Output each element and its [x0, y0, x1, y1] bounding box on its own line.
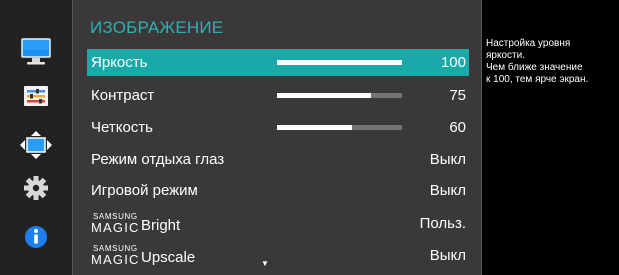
menu-item-contrast[interactable]: Контраст 75 — [87, 82, 469, 109]
menu-item-value: 75 — [449, 87, 466, 104]
menu-item-label: Контраст — [91, 87, 155, 104]
menu-item-magic-upscale[interactable]: SAMSUNG MAGIC Upscale Выкл — [87, 242, 469, 269]
slider-fill — [277, 125, 352, 130]
menu-item-label: SAMSUNG MAGIC Upscale — [91, 244, 196, 267]
help-line: яркости. — [486, 50, 525, 61]
osd-sidebar — [0, 0, 72, 275]
menu-item-label: Четкость — [91, 119, 153, 136]
slider-fill — [277, 60, 402, 65]
menu-item-label-text: Bright — [141, 217, 181, 234]
menu-item-label-text: Upscale — [141, 249, 196, 266]
brightness-slider[interactable] — [277, 60, 402, 65]
menu-item-value: Польз. — [419, 215, 466, 232]
picture-menu-panel: ИЗОБРАЖЕНИЕ Яркость 100 Контраст 75 Четк… — [72, 0, 482, 275]
menu-item-label: SAMSUNG MAGIC Bright — [91, 212, 181, 235]
menu-item-value: Выкл — [429, 247, 466, 264]
menu-item-value: Выкл — [429, 151, 466, 168]
menu-item-game-mode[interactable]: Игровой режим Выкл — [87, 177, 469, 204]
scroll-down-icon[interactable]: ▼ — [261, 260, 269, 268]
menu-item-eye-saver-mode[interactable]: Режим отдыха глаз Выкл — [87, 146, 469, 173]
info-icon[interactable] — [16, 221, 56, 253]
menu-item-value: Выкл — [429, 182, 466, 199]
slider-fill — [277, 93, 371, 98]
samsung-magic-logo: SAMSUNG MAGIC — [91, 212, 141, 235]
logo-magic-text: MAGIC — [91, 220, 140, 235]
menu-item-label: Яркость — [91, 54, 148, 71]
osd-screen: ИЗОБРАЖЕНИЕ Яркость 100 Контраст 75 Четк… — [0, 0, 619, 275]
menu-item-label: Режим отдыха глаз — [91, 151, 225, 168]
menu-item-sharpness[interactable]: Четкость 60 — [87, 114, 469, 141]
help-line: к 100, тем ярче экран. — [486, 74, 589, 85]
monitor-icon[interactable] — [16, 37, 56, 69]
samsung-magic-logo: SAMSUNG MAGIC — [91, 244, 141, 267]
screen-size-icon[interactable] — [16, 129, 56, 161]
menu-item-label: Игровой режим — [91, 182, 198, 199]
color-settings-icon[interactable] — [16, 80, 56, 112]
menu-item-magic-bright[interactable]: SAMSUNG MAGIC Bright Польз. — [87, 210, 469, 237]
menu-title: ИЗОБРАЖЕНИЕ — [90, 18, 224, 37]
gear-icon[interactable] — [16, 172, 56, 204]
help-line: Настройка уровня — [486, 38, 571, 49]
help-text: Настройка уровня яркости. Чем ближе знач… — [486, 38, 619, 128]
sharpness-slider[interactable] — [277, 125, 402, 130]
contrast-slider[interactable] — [277, 93, 402, 98]
logo-magic-text: MAGIC — [91, 252, 140, 267]
menu-item-brightness[interactable]: Яркость 100 — [87, 49, 469, 76]
help-line: Чем ближе значение — [486, 62, 583, 73]
menu-item-value: 60 — [449, 119, 466, 136]
menu-item-value: 100 — [440, 54, 466, 71]
